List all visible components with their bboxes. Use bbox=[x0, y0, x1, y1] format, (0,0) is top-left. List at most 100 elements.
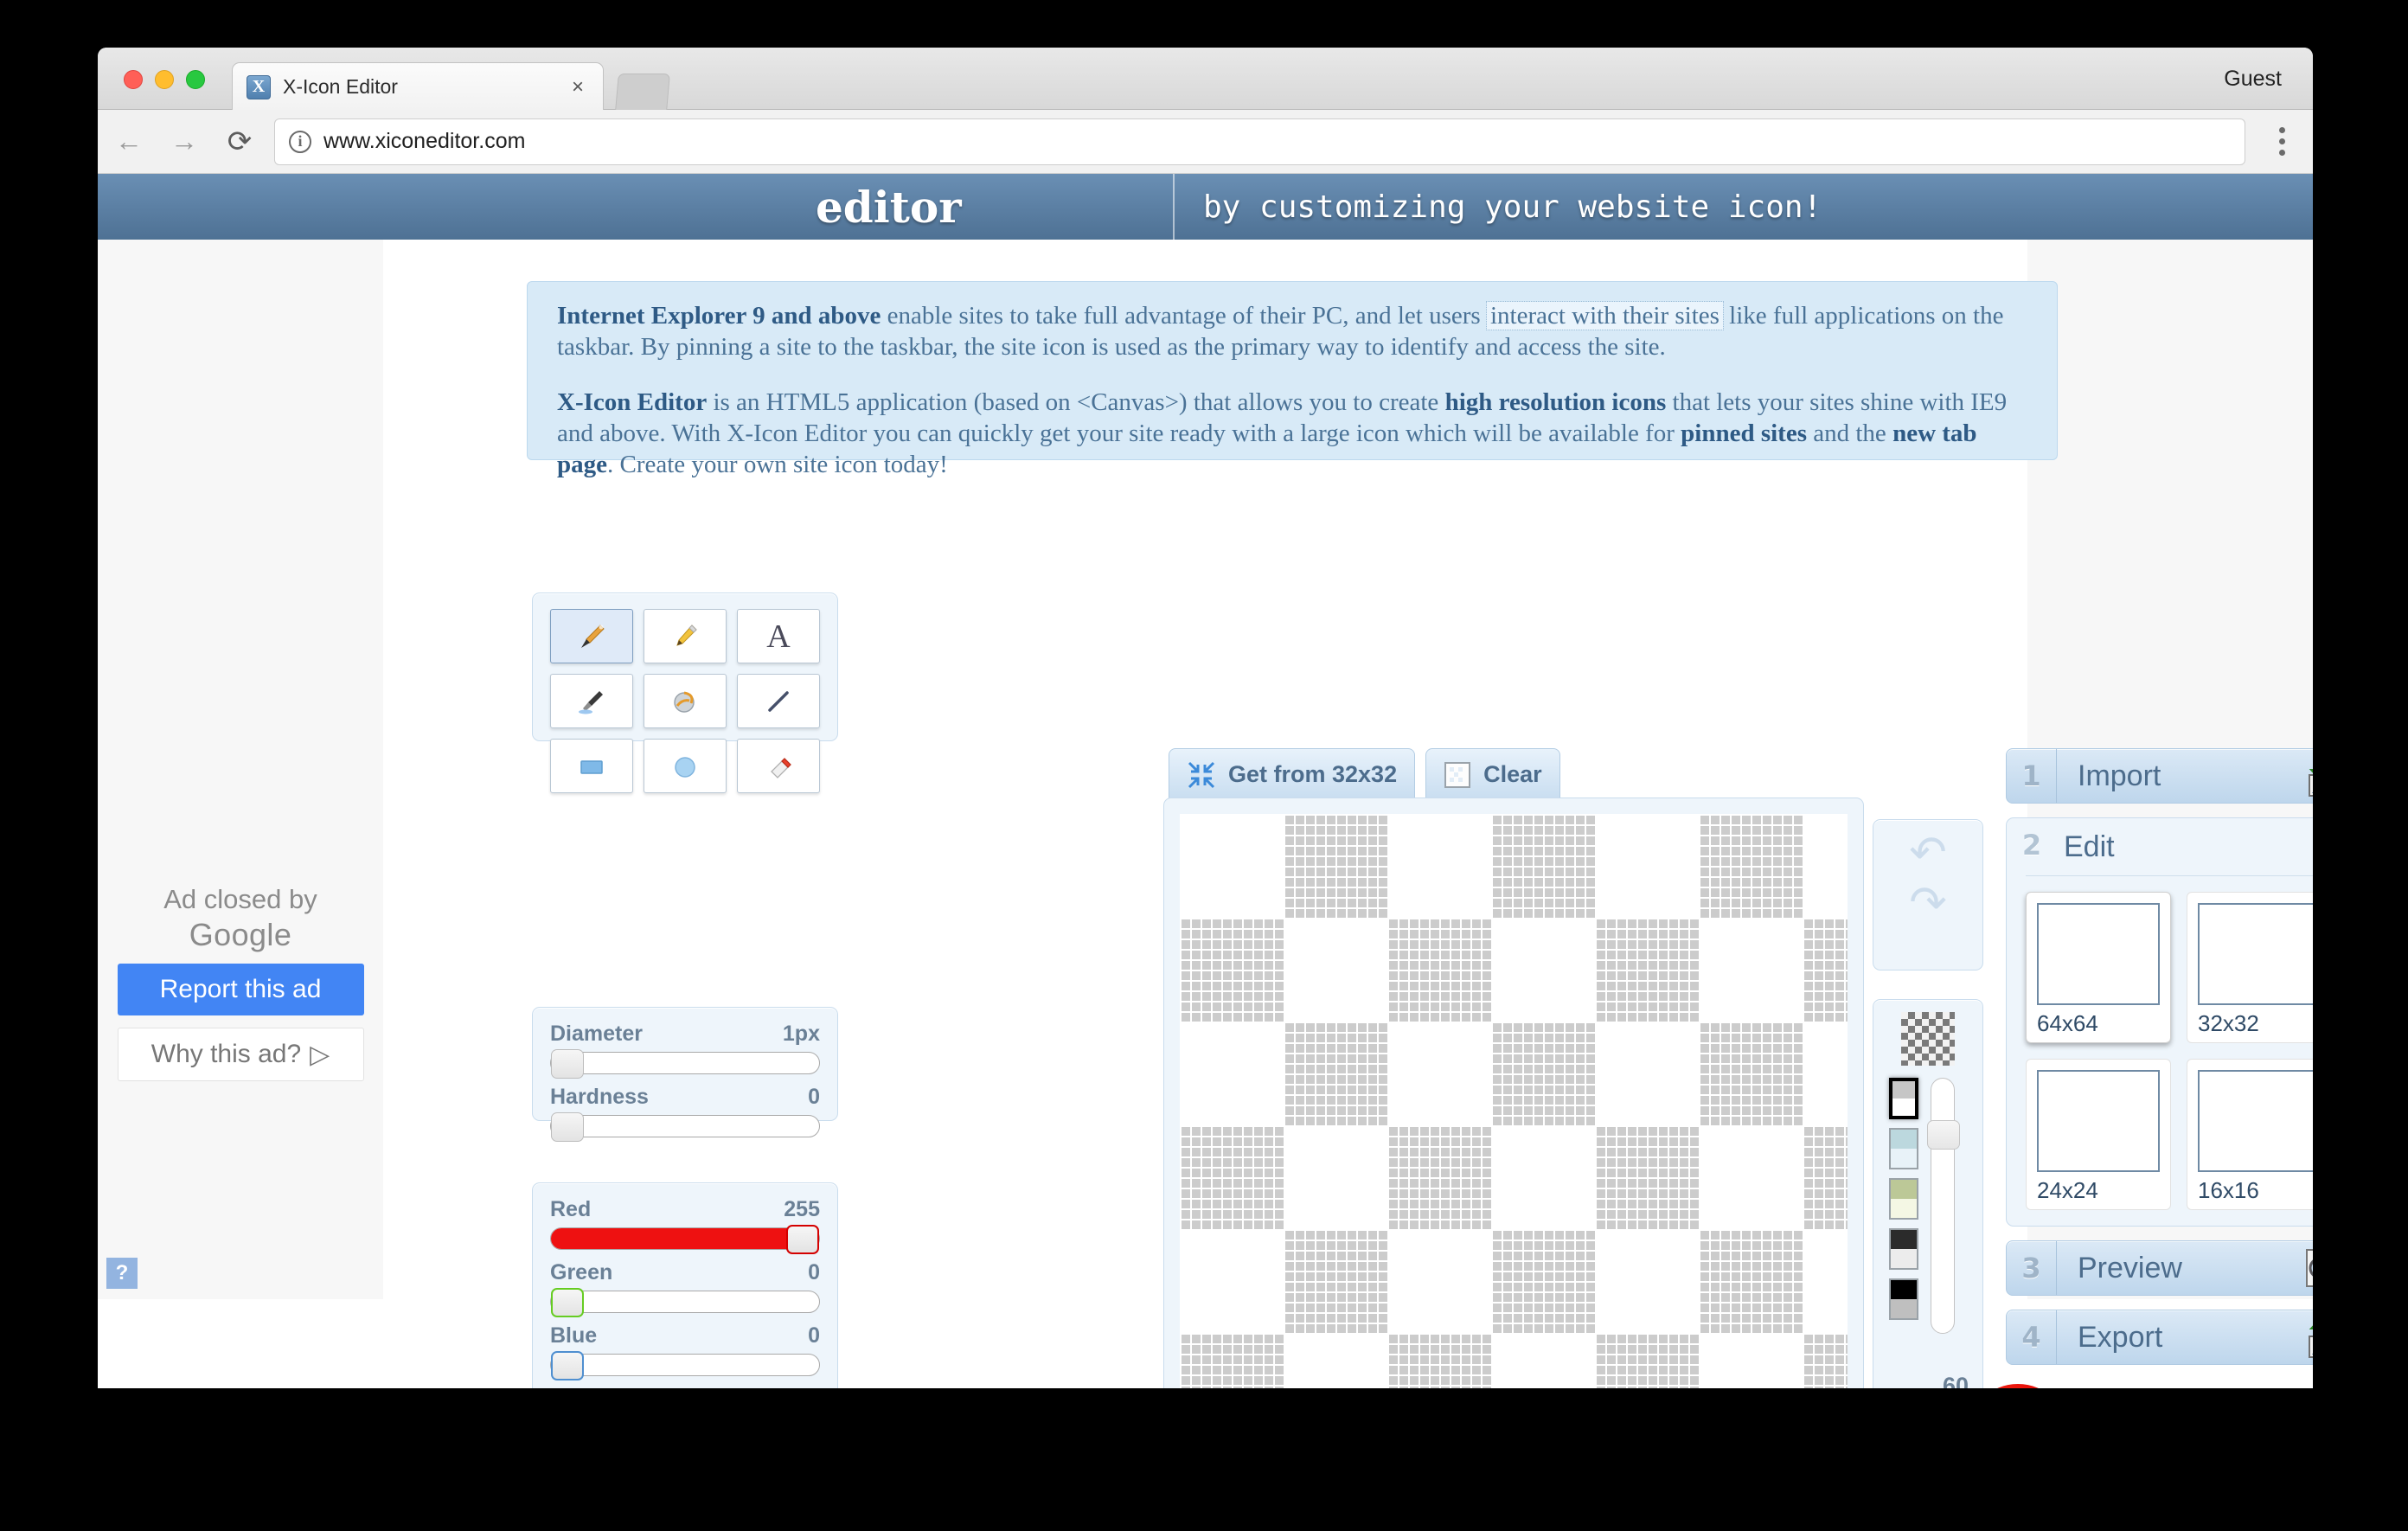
step-export-label: Export bbox=[2078, 1320, 2163, 1354]
bg-swatch-black-gray[interactable] bbox=[1889, 1278, 1918, 1320]
undo-icon[interactable]: ↶ bbox=[1909, 830, 1947, 875]
minimize-window-button[interactable] bbox=[155, 70, 174, 89]
info-text: . Create your own site icon today! bbox=[607, 450, 948, 478]
ellipse-icon bbox=[668, 749, 702, 784]
tool-line-button[interactable] bbox=[737, 674, 820, 728]
color-panel: Red 255 Green 0 Blue 0 bbox=[532, 1182, 838, 1388]
info-panel: Internet Explorer 9 and above enable sit… bbox=[527, 281, 2058, 478]
address-bar[interactable]: i www.xiconeditor.com bbox=[274, 118, 2245, 165]
site-banner: editor by customizing your website icon! bbox=[98, 174, 2313, 240]
background-opacity-knob[interactable] bbox=[1927, 1120, 1960, 1150]
info-highlight: interact with their sites bbox=[1485, 301, 1724, 330]
history-panel: ↶ ↷ bbox=[1873, 819, 1983, 970]
clear-label: Clear bbox=[1483, 761, 1542, 787]
tool-brush-button[interactable] bbox=[550, 609, 633, 663]
eraser-icon bbox=[761, 749, 796, 784]
hardness-slider[interactable] bbox=[550, 1112, 820, 1142]
step-import[interactable]: 1 Import bbox=[2006, 748, 2313, 804]
red-label: Red bbox=[550, 1197, 592, 1221]
alpha-value: 255 bbox=[784, 1387, 820, 1388]
step-edit-number: 2 bbox=[2021, 829, 2042, 862]
pencil-icon bbox=[668, 619, 702, 654]
size-card-32[interactable]: 32x32 bbox=[2187, 892, 2313, 1043]
browser-tab[interactable]: X X-Icon Editor × bbox=[232, 62, 604, 111]
close-window-button[interactable] bbox=[124, 70, 143, 89]
profile-label[interactable]: Guest bbox=[2224, 67, 2282, 92]
green-slider[interactable] bbox=[550, 1288, 820, 1317]
blue-slider[interactable] bbox=[550, 1351, 820, 1380]
info-bold-ie: Internet Explorer 9 and above bbox=[557, 302, 881, 330]
maximize-window-button[interactable] bbox=[186, 70, 205, 89]
app-column: Internet Explorer 9 and above enable sit… bbox=[383, 240, 2313, 1388]
diameter-slider-block: Diameter 1px bbox=[550, 1022, 820, 1079]
step-import-number: 1 bbox=[2007, 749, 2057, 803]
tool-text-button[interactable]: A bbox=[737, 609, 820, 663]
report-ad-button[interactable]: Report this ad bbox=[117, 964, 364, 1015]
export-image-icon bbox=[2285, 1314, 2313, 1361]
browser-titlebar: X X-Icon Editor × Guest bbox=[98, 48, 2313, 111]
icon-canvas[interactable] bbox=[1180, 814, 1848, 1388]
left-ad-rail: Ad closed by Google Report this ad Why t… bbox=[98, 240, 383, 1299]
green-value: 0 bbox=[808, 1260, 820, 1284]
close-tab-icon[interactable]: × bbox=[567, 76, 589, 98]
diameter-slider-knob[interactable] bbox=[551, 1049, 584, 1079]
hardness-slider-knob[interactable] bbox=[551, 1112, 584, 1142]
get-from-32x32-label: Get from 32x32 bbox=[1228, 761, 1398, 787]
ad-closed-text: Ad closed by bbox=[163, 884, 317, 914]
forward-icon[interactable]: → bbox=[160, 118, 208, 166]
site-info-icon[interactable]: i bbox=[289, 130, 311, 153]
info-paragraph-2: X-Icon Editor is an HTML5 application (b… bbox=[557, 388, 2027, 481]
tool-eraser-button[interactable] bbox=[737, 739, 820, 793]
new-tab-button[interactable] bbox=[615, 74, 670, 111]
size-thumb-32 bbox=[2198, 903, 2313, 1005]
banner-tagline: by customizing your website icon! bbox=[1203, 189, 1822, 225]
size-card-24[interactable]: 24x24 bbox=[2026, 1059, 2171, 1210]
text-a-icon: A bbox=[766, 618, 791, 655]
diameter-slider[interactable] bbox=[550, 1049, 820, 1079]
tool-rectangle-button[interactable] bbox=[550, 739, 633, 793]
green-slider-knob[interactable] bbox=[551, 1288, 584, 1317]
canvas-grid-lines bbox=[1180, 814, 1848, 1388]
blue-slider-block: Blue 0 bbox=[550, 1323, 820, 1380]
red-slider[interactable] bbox=[550, 1225, 820, 1254]
alpha-label: Alpha bbox=[550, 1387, 610, 1388]
step-preview[interactable]: 3 Preview bbox=[2006, 1240, 2313, 1296]
tool-pencil-button[interactable] bbox=[644, 609, 727, 663]
info-bold-hires: high resolution icons bbox=[1444, 388, 1667, 416]
size-thumb-16 bbox=[2198, 1070, 2313, 1172]
get-from-32x32-button[interactable]: Get from 32x32 bbox=[1169, 748, 1416, 800]
tool-paintcan-button[interactable] bbox=[644, 674, 727, 728]
redo-icon[interactable]: ↷ bbox=[1909, 881, 1947, 926]
background-opacity-slider[interactable] bbox=[1927, 1078, 1960, 1334]
step-export[interactable]: 4 Export bbox=[2006, 1310, 2313, 1365]
size-label-32: 32x32 bbox=[2198, 1010, 2259, 1036]
why-this-ad-button[interactable]: Why this ad? ▷ bbox=[117, 1028, 364, 1081]
bg-swatch-dark[interactable] bbox=[1889, 1228, 1918, 1270]
size-grid: 64x64 32x32 24x24 16x16 bbox=[2007, 876, 2313, 1210]
info-text: enable sites to take full advantage of t… bbox=[881, 302, 1487, 330]
clear-button[interactable]: Clear bbox=[1425, 748, 1560, 800]
size-card-16[interactable]: 16x16 bbox=[2187, 1059, 2313, 1210]
bg-swatch-blue[interactable] bbox=[1889, 1128, 1918, 1169]
banner-editor-word: editor bbox=[816, 181, 962, 233]
steps-column: 1 Import 2 Edit 64x64 32x32 24x24 16x16 … bbox=[2006, 748, 2313, 1365]
blue-slider-knob[interactable] bbox=[551, 1351, 584, 1380]
transparency-checker-icon[interactable] bbox=[1901, 1012, 1955, 1066]
size-card-64[interactable]: 64x64 bbox=[2026, 892, 2171, 1043]
reload-icon[interactable]: ⟳ bbox=[215, 118, 264, 166]
bg-swatch-olive[interactable] bbox=[1889, 1178, 1918, 1220]
why-this-ad-label: Why this ad? bbox=[150, 1040, 302, 1068]
bg-swatch-gray-white[interactable] bbox=[1889, 1078, 1918, 1119]
banner-divider bbox=[1173, 174, 1175, 240]
size-label-64: 64x64 bbox=[2037, 1010, 2098, 1036]
red-slider-knob[interactable] bbox=[786, 1225, 819, 1254]
help-badge-left[interactable]: ? bbox=[106, 1258, 138, 1289]
tool-ellipse-button[interactable] bbox=[644, 739, 727, 793]
size-thumb-24 bbox=[2037, 1070, 2160, 1172]
back-icon[interactable]: ← bbox=[105, 118, 153, 166]
step-preview-number: 3 bbox=[2007, 1241, 2057, 1295]
window-controls bbox=[124, 70, 205, 89]
tool-eyedropper-button[interactable] bbox=[550, 674, 633, 728]
red-value: 255 bbox=[784, 1197, 820, 1221]
browser-menu-icon[interactable] bbox=[2258, 127, 2306, 156]
